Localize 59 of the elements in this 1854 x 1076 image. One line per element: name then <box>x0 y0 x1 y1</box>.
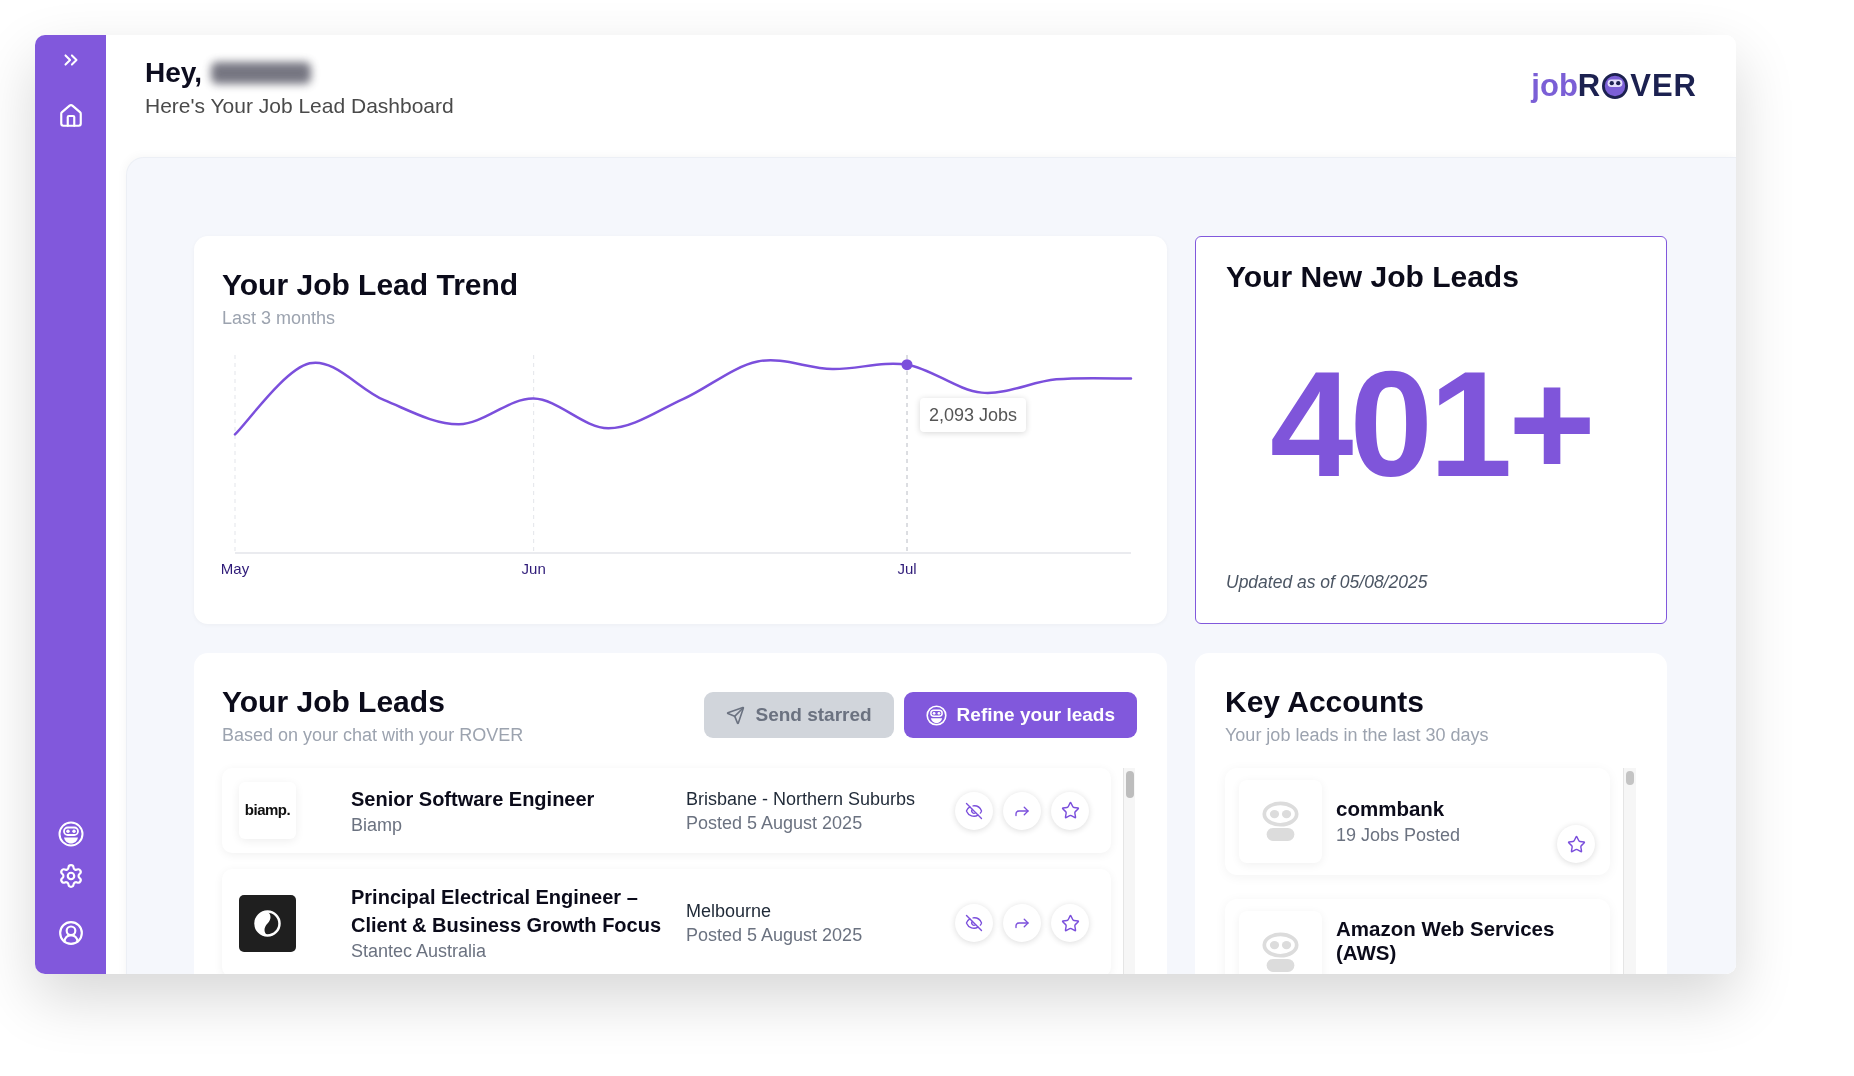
logo-text: VER <box>1630 70 1697 102</box>
job-location: Melbourne <box>686 900 773 923</box>
posted-date: Posted 5 August 2025 <box>686 811 864 835</box>
robot-icon <box>925 704 947 726</box>
scrollbar-thumb[interactable] <box>1626 771 1634 785</box>
updated-date: Updated as of 05/08/2025 <box>1226 571 1429 593</box>
star-button[interactable] <box>1051 904 1089 942</box>
user-icon[interactable] <box>57 920 84 946</box>
account-card[interactable]: Amazon Web Services (AWS) <box>1225 899 1610 974</box>
card-subtitle: Based on your chat with your ROVER <box>222 724 524 746</box>
forward-button[interactable] <box>1003 791 1041 830</box>
scrollbar-track[interactable] <box>1623 768 1636 974</box>
job-lead-card[interactable]: biamp. Senior Software Engineer Biamp Brisbane - Northern Suburbs Posted 5 August 2025 <box>222 768 1111 853</box>
eye-off-icon <box>965 914 983 932</box>
lead-count: 401+ <box>1270 349 1592 499</box>
settings-icon[interactable] <box>57 863 84 889</box>
send-icon <box>726 705 746 725</box>
home-icon[interactable] <box>57 103 84 129</box>
robot-logo-icon <box>1602 73 1629 99</box>
chart-tooltip: 2,093 Jobs <box>920 397 1027 432</box>
hide-button[interactable] <box>955 904 993 942</box>
data-point-marker <box>901 359 913 371</box>
eye-off-icon <box>965 801 983 820</box>
jobs-posted: 19 Jobs Posted <box>1336 823 1462 847</box>
account-name: commbank <box>1336 796 1446 821</box>
axis-label: Jul <box>897 560 917 577</box>
job-location: Brisbane - Northern Suburbs <box>686 787 917 811</box>
card-title: Your Job Leads <box>222 684 446 720</box>
logo-text: job <box>1531 70 1578 102</box>
dashboard-subtitle: Here's Your Job Lead Dashboard <box>145 93 454 118</box>
company-logo: biamp. <box>239 782 296 839</box>
job-title: Principal Electrical Engineer – Client & Business Growth Focus <box>351 885 663 938</box>
logo-text: R <box>1577 70 1601 102</box>
star-button[interactable] <box>1557 825 1595 863</box>
account-card[interactable]: commbank 19 Jobs Posted <box>1225 768 1610 875</box>
job-title: Senior Software Engineer <box>351 786 596 812</box>
scrollbar-thumb[interactable] <box>1125 771 1134 798</box>
posted-date: Posted 5 August 2025 <box>686 924 864 947</box>
robot-placeholder-icon <box>1239 780 1322 863</box>
swirl-logo-icon <box>239 894 296 952</box>
company-name: Biamp <box>351 813 404 837</box>
card-subtitle: Last 3 months <box>222 307 337 329</box>
card-title: Key Accounts <box>1225 684 1425 720</box>
job-lead-card[interactable]: Principal Electrical Engineer – Client & Business Growth Focus Stantec Australia Melbourne Posted 5 August 2025 <box>222 869 1111 974</box>
greeting: Hey, <box>145 57 203 89</box>
refine-leads-button[interactable]: Refine your leads <box>903 692 1137 738</box>
company-name: Stantec Australia <box>351 940 488 963</box>
axis-label: Jun <box>521 560 546 577</box>
card-title: Your New Job Leads <box>1226 259 1520 295</box>
card-subtitle: Your job leads in the last 30 days <box>1225 724 1490 746</box>
account-name: Amazon Web Services (AWS) <box>1336 916 1556 965</box>
scrollbar-track[interactable] <box>1123 768 1135 974</box>
star-button[interactable] <box>1051 791 1089 830</box>
robot-placeholder-icon <box>1239 911 1322 974</box>
hide-button[interactable] <box>955 791 993 830</box>
card-title: Your Job Lead Trend <box>222 267 520 303</box>
forward-button[interactable] <box>1003 904 1041 942</box>
axis-label: May <box>222 560 250 577</box>
robot-icon[interactable] <box>57 821 84 847</box>
